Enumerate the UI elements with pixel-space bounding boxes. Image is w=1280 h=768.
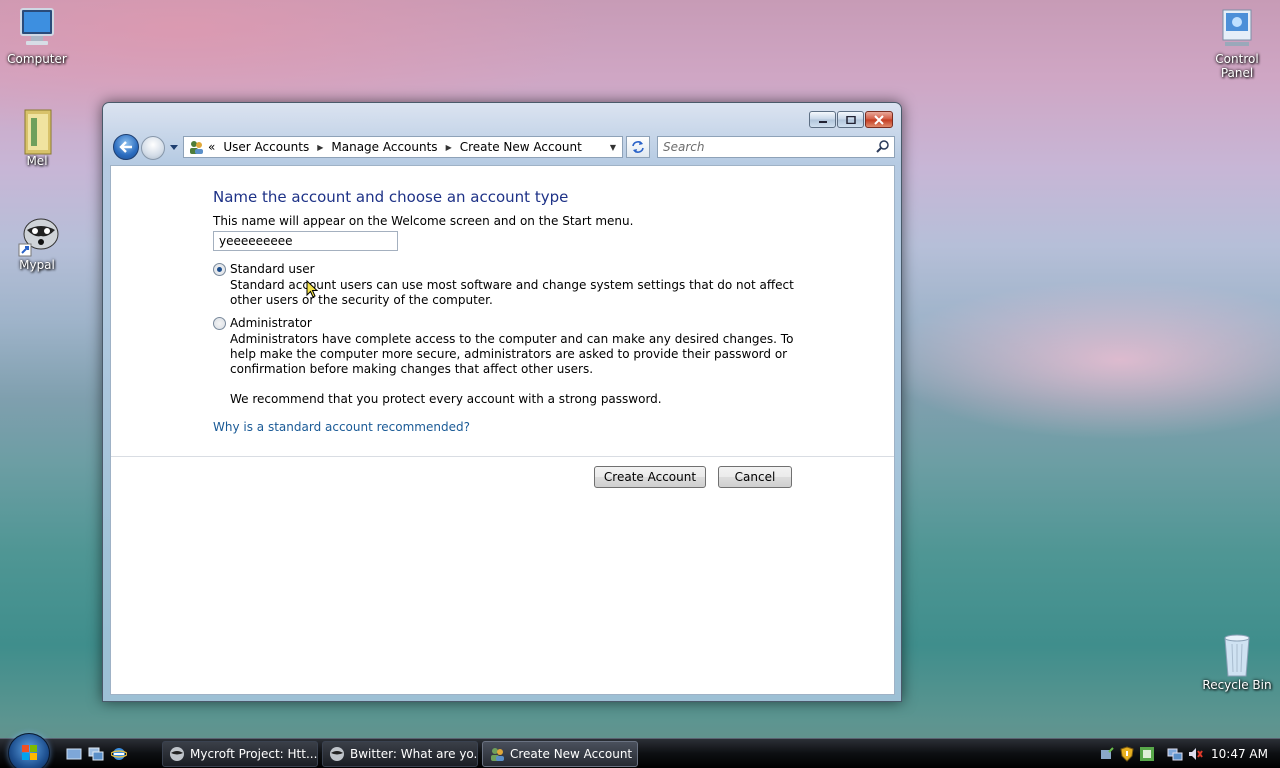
desktop-icon-label: Recycle Bin <box>1202 678 1272 692</box>
search-icon[interactable] <box>876 140 890 154</box>
users-icon <box>190 141 203 154</box>
standard-account-help-link[interactable]: Why is a standard account recommended? <box>213 420 470 434</box>
start-button[interactable] <box>8 733 50 768</box>
back-button[interactable] <box>113 134 139 160</box>
internet-explorer-icon[interactable] <box>110 746 128 762</box>
desktop-icon-label: Control Panel <box>1215 52 1259 80</box>
desktop-wallpaper-cloud <box>880 280 1280 440</box>
search-input[interactable]: Search <box>657 136 895 158</box>
clock[interactable]: 10:47 AM <box>1211 747 1268 761</box>
breadcrumb-create-new-account[interactable]: Create New Account <box>460 140 582 154</box>
show-desktop-icon[interactable] <box>66 746 82 762</box>
raccoon-icon <box>330 747 344 761</box>
mouse-cursor-icon <box>306 280 319 298</box>
taskbar-item-label: Mycroft Project: Htt... <box>190 747 318 761</box>
breadcrumb-separator-icon[interactable]: ▶ <box>446 143 452 152</box>
page-title: Name the account and choose an account t… <box>213 188 569 206</box>
breadcrumb-manage-accounts[interactable]: Manage Accounts <box>331 140 437 154</box>
address-bar[interactable]: « User Accounts ▶ Manage Accounts ▶ Crea… <box>183 136 623 158</box>
tray-network-tool-icon[interactable] <box>1099 746 1115 762</box>
create-account-window: « User Accounts ▶ Manage Accounts ▶ Crea… <box>102 102 902 702</box>
create-account-button[interactable]: Create Account <box>594 466 706 488</box>
standard-user-radio[interactable] <box>213 262 226 276</box>
minimize-icon <box>818 120 827 123</box>
administrator-option[interactable]: Administrator <box>213 316 312 330</box>
desktop-icon-mypal[interactable]: Mypal <box>0 212 74 272</box>
standard-user-option[interactable]: Standard user <box>213 262 315 276</box>
navigation-bar: « User Accounts ▶ Manage Accounts ▶ Crea… <box>111 133 895 161</box>
content-pane: Name the account and choose an account t… <box>110 165 895 695</box>
desktop-icon-control-panel[interactable]: Control Panel <box>1200 6 1274 80</box>
divider <box>111 456 894 457</box>
minimize-button[interactable] <box>809 111 836 128</box>
password-recommendation: We recommend that you protect every acco… <box>230 392 662 406</box>
system-tray: 10:47 AM <box>1099 739 1280 768</box>
administrator-radio[interactable] <box>213 316 226 330</box>
raccoon-icon <box>170 747 184 761</box>
taskbar-item-label: Bwitter: What are yo... <box>350 747 478 761</box>
breadcrumb-user-accounts[interactable]: User Accounts <box>223 140 309 154</box>
name-instructions: This name will appear on the Welcome scr… <box>213 214 634 228</box>
cancel-button[interactable]: Cancel <box>718 466 792 488</box>
back-arrow-icon <box>119 141 132 153</box>
desktop-icon-recycle-bin[interactable]: Recycle Bin <box>1200 632 1274 692</box>
taskbar-item-label: Create New Account <box>510 747 633 761</box>
security-shield-icon[interactable] <box>1119 746 1135 762</box>
control-panel-icon <box>1217 6 1257 50</box>
taskbar-item-bwitter[interactable]: Bwitter: What are yo... <box>322 741 478 767</box>
maximize-icon <box>845 115 856 124</box>
standard-user-label[interactable]: Standard user <box>230 262 315 276</box>
administrator-description: Administrators have complete access to t… <box>230 332 794 376</box>
forward-button[interactable] <box>141 136 165 160</box>
window-controls <box>809 111 893 128</box>
administrator-label[interactable]: Administrator <box>230 316 312 330</box>
desktop-icon-label: Mypal <box>19 258 55 272</box>
switch-windows-icon[interactable] <box>88 746 104 762</box>
folder-icon <box>17 108 57 155</box>
breadcrumb-overflow[interactable]: « <box>208 140 215 154</box>
network-icon[interactable] <box>1167 746 1183 762</box>
taskbar-item-mycroft[interactable]: Mycroft Project: Htt... <box>162 741 318 767</box>
account-name-input[interactable] <box>213 231 398 251</box>
computer-icon <box>17 6 57 50</box>
volume-muted-icon[interactable] <box>1187 746 1203 762</box>
close-button[interactable] <box>865 111 893 128</box>
search-placeholder: Search <box>663 140 705 154</box>
desktop-icon-computer[interactable]: Computer <box>0 6 74 66</box>
address-dropdown-icon[interactable]: ▼ <box>610 143 616 152</box>
windows-update-icon[interactable] <box>1139 746 1155 762</box>
recent-pages-button[interactable] <box>168 140 180 154</box>
users-icon <box>491 748 504 761</box>
chevron-down-icon <box>170 145 178 150</box>
taskbar: Mycroft Project: Htt... Bwitter: What ar… <box>0 733 1280 768</box>
windows-logo-icon <box>22 745 37 760</box>
refresh-icon <box>632 141 644 153</box>
raccoon-shortcut-icon <box>17 212 59 257</box>
taskbar-item-create-new-account[interactable]: Create New Account <box>482 741 638 767</box>
refresh-button[interactable] <box>626 136 650 158</box>
desktop-icon-mel[interactable]: Mel <box>0 108 74 168</box>
maximize-button[interactable] <box>837 111 864 128</box>
desktop-icon-label: Computer <box>7 52 67 66</box>
recycle-bin-icon <box>1217 632 1257 677</box>
close-icon <box>874 114 884 125</box>
breadcrumb-separator-icon[interactable]: ▶ <box>317 143 323 152</box>
